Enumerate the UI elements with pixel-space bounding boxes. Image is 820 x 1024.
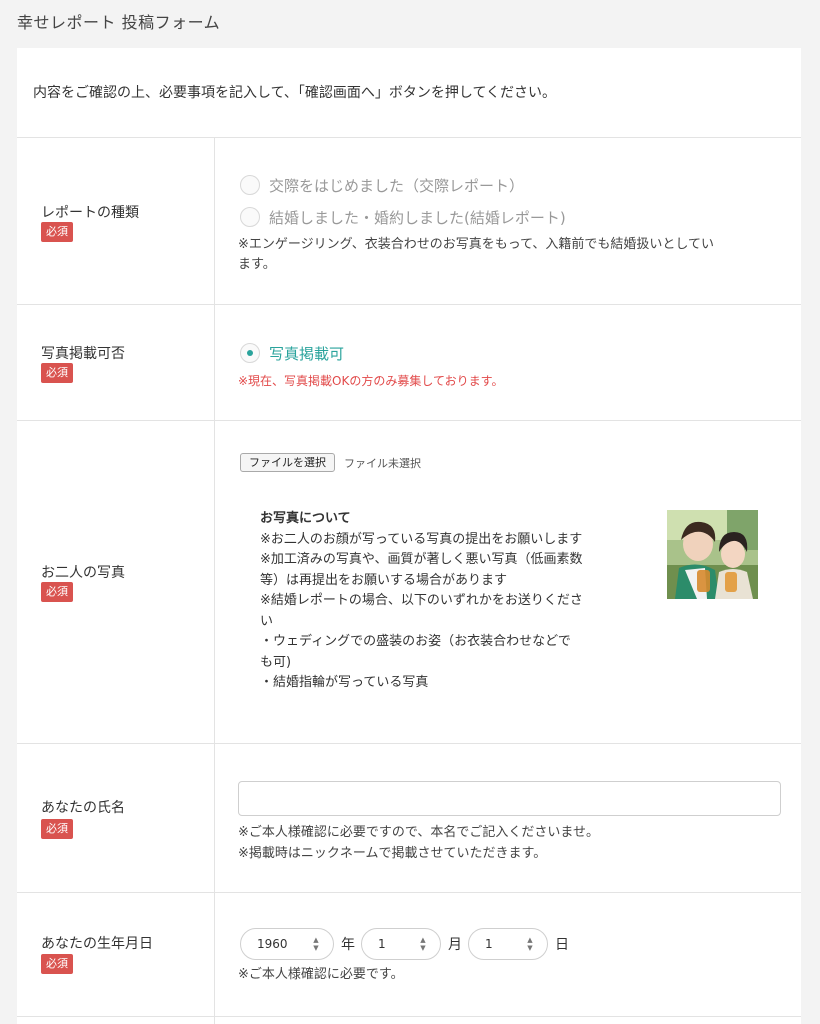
birthdate-label: あなたの生年月日 bbox=[41, 936, 153, 952]
guideline-line: い bbox=[260, 613, 274, 629]
form-intro-text: 内容をご確認の上、必要事項を記入して、「確認画面へ」ボタンを押してください。 bbox=[33, 85, 557, 101]
divider bbox=[17, 892, 801, 893]
radio-option-marriage-report[interactable]: 結婚しました・婚約しました(結婚レポート) bbox=[240, 206, 566, 228]
required-badge: 必須 bbox=[41, 819, 73, 839]
report-type-label: レポートの種類 bbox=[41, 205, 139, 221]
birth-day-select[interactable]: 1 ▲ ▼ bbox=[468, 928, 548, 960]
photo-permission-label: 写真掲載可否 bbox=[41, 346, 125, 362]
radio-button[interactable] bbox=[240, 175, 260, 195]
report-type-note-line2: ます。 bbox=[238, 257, 276, 272]
photo-guidelines-heading: お写真について bbox=[260, 511, 351, 526]
guideline-line: 等）は再提出をお願いする場合があります bbox=[260, 572, 508, 588]
photo-guidelines: お写真について ※お二人のお顔が写っている写真の提出をお願いします ※加工済みの… bbox=[260, 509, 628, 694]
divider bbox=[17, 743, 801, 744]
guideline-line: ・ウェディングでの盛装のお姿（お衣装合わせなどで bbox=[260, 634, 571, 649]
birth-year-value: 1960 bbox=[257, 937, 288, 951]
couple-photo-label: お二人の写真 bbox=[41, 565, 125, 581]
radio-option-photo-allowed[interactable]: 写真掲載可 bbox=[240, 342, 344, 364]
radio-option-label: 結婚しました・婚約しました(結婚レポート) bbox=[269, 208, 566, 227]
guideline-line: ※加工済みの写真や、画質が著しく悪い写真（低画素数 bbox=[260, 552, 583, 567]
divider bbox=[17, 1016, 801, 1017]
stepper-arrows-icon: ▲ ▼ bbox=[313, 936, 319, 952]
year-unit: 年 bbox=[341, 937, 355, 953]
radio-button-checked[interactable] bbox=[240, 343, 260, 363]
name-note-line1: ※ご本人様確認に必要ですので、本名でご記入くださいませ。 bbox=[238, 825, 599, 840]
sample-couple-photo bbox=[667, 510, 758, 599]
required-badge: 必須 bbox=[41, 222, 73, 242]
radio-button[interactable] bbox=[240, 207, 260, 227]
report-type-note-line1: ※エンゲージリング、衣装合わせのお写真をもって、入籍前でも結婚扱いとしてい bbox=[238, 237, 715, 252]
required-badge: 必須 bbox=[41, 363, 73, 383]
birth-month-value: 1 bbox=[378, 937, 386, 951]
guideline-line: ※結婚レポートの場合、以下のいずれかをお送りくださ bbox=[260, 593, 583, 608]
divider bbox=[17, 137, 801, 138]
birth-month-select[interactable]: 1 ▲ ▼ bbox=[361, 928, 441, 960]
birth-day-value: 1 bbox=[485, 937, 493, 951]
month-unit: 月 bbox=[448, 937, 462, 953]
name-note-line2: ※掲載時はニックネームで掲載させていただきます。 bbox=[238, 846, 547, 861]
name-input[interactable] bbox=[238, 781, 781, 816]
guideline-line: も可) bbox=[260, 654, 292, 670]
required-badge: 必須 bbox=[41, 582, 73, 602]
required-badge: 必須 bbox=[41, 954, 73, 974]
form-card: 内容をご確認の上、必要事項を記入して、「確認画面へ」ボタンを押してください。 レ… bbox=[17, 48, 801, 1024]
radio-option-dating-report[interactable]: 交際をはじめました（交際レポート） bbox=[240, 174, 524, 196]
photo-permission-note: ※現在、写真掲載OKの方のみ募集しております。 bbox=[238, 374, 504, 388]
divider bbox=[17, 420, 801, 421]
choose-file-button[interactable]: ファイルを選択 bbox=[240, 453, 335, 472]
guideline-line: ・結婚指輪が写っている写真 bbox=[260, 675, 429, 690]
page-title: 幸せレポート 投稿フォーム bbox=[17, 13, 221, 32]
stepper-arrows-icon: ▲ ▼ bbox=[420, 936, 426, 952]
birth-year-select[interactable]: 1960 ▲ ▼ bbox=[240, 928, 334, 960]
birthdate-note: ※ご本人様確認に必要です。 bbox=[238, 967, 404, 982]
stepper-arrows-icon: ▲ ▼ bbox=[527, 936, 533, 952]
guideline-line: ※お二人のお顔が写っている写真の提出をお願いします bbox=[260, 531, 583, 547]
radio-option-label: 交際をはじめました（交際レポート） bbox=[269, 176, 525, 195]
day-unit: 日 bbox=[555, 937, 569, 953]
file-status-text: ファイル未選択 bbox=[344, 457, 421, 470]
divider bbox=[17, 304, 801, 305]
radio-option-label: 写真掲載可 bbox=[269, 344, 345, 363]
name-label: あなたの氏名 bbox=[41, 800, 125, 816]
